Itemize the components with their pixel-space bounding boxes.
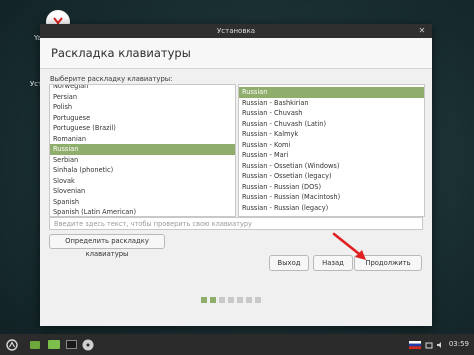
progress-dot	[228, 297, 234, 303]
progress-dot	[246, 297, 252, 303]
list-item[interactable]: Russian - Russian (Macintosh)	[239, 192, 424, 203]
progress-dot	[237, 297, 243, 303]
list-item[interactable]: Serbian	[50, 155, 235, 166]
layout-list[interactable]: Norwegian Persian Polish Portuguese Portugue…	[49, 84, 236, 217]
list-item[interactable]: Russian	[50, 144, 235, 155]
list-item[interactable]: Russian - Kalmyk	[239, 129, 424, 140]
list-item[interactable]: Russian - Russian (DOS)	[239, 182, 424, 193]
page-title: Раскладка клавиатуры	[51, 46, 191, 60]
progress-dot	[201, 297, 207, 303]
window-title: Установка	[217, 27, 255, 35]
installer-window: Установка ✕ Раскладка клавиатуры Выберит…	[40, 24, 432, 326]
list-item[interactable]: Portuguese (Brazil)	[50, 123, 235, 134]
list-item[interactable]: Russian - Ossetian (Windows)	[239, 161, 424, 172]
list-item[interactable]: Spanish	[50, 197, 235, 208]
list-item[interactable]: Romanian	[50, 134, 235, 145]
detect-layout-button[interactable]: Определить раскладку клавиатуры	[49, 234, 165, 258]
list-item[interactable]: Norwegian	[50, 85, 235, 92]
list-item[interactable]: Slovenian	[50, 186, 235, 197]
list-item[interactable]: Polish	[50, 102, 235, 113]
list-item[interactable]: Spanish (Latin American)	[50, 207, 235, 216]
terminal-icon[interactable]	[63, 337, 79, 352]
list-item[interactable]: Russian - Komi	[239, 140, 424, 151]
list-item[interactable]: Russian - Chuvash (Latin)	[239, 119, 424, 130]
list-item[interactable]: Russian	[239, 87, 424, 98]
progress-dot	[255, 297, 261, 303]
menu-icon[interactable]	[4, 337, 20, 352]
progress-dots	[201, 297, 261, 303]
keyboard-test-input[interactable]: Введите здесь текст, чтобы проверить сво…	[49, 217, 423, 230]
folder-icon[interactable]	[46, 337, 62, 352]
list-item[interactable]: Slovak	[50, 176, 235, 187]
list-item[interactable]: Persian	[50, 92, 235, 103]
red-arrow-annotation	[332, 232, 366, 260]
close-icon[interactable]: ✕	[417, 26, 427, 36]
disc-icon[interactable]	[80, 337, 96, 352]
list-item[interactable]: Portuguese	[50, 113, 235, 124]
list-item[interactable]: Russian - Mari	[239, 150, 424, 161]
clock: 03:59	[448, 340, 469, 348]
volume-icon[interactable]	[435, 337, 445, 352]
list-item[interactable]: Russian - Chuvash	[239, 108, 424, 119]
list-item[interactable]: Russian - Bashkirian	[239, 98, 424, 109]
variant-list[interactable]: Russian Russian - Bashkirian Russian - Chu…	[238, 84, 425, 217]
list-item[interactable]: Russian - Ossetian (legacy)	[239, 171, 424, 182]
desktop-icon[interactable]	[26, 337, 44, 352]
list-item[interactable]: Russian - Russian (legacy)	[239, 203, 424, 214]
taskbar: 03:59	[0, 334, 474, 355]
progress-dot	[219, 297, 225, 303]
progress-dot	[210, 297, 216, 303]
window-titlebar[interactable]: Установка ✕	[40, 24, 432, 38]
list-item[interactable]: Sinhala (phonetic)	[50, 165, 235, 176]
network-icon[interactable]	[424, 337, 434, 352]
quit-button[interactable]: Выход	[269, 255, 309, 271]
page-heading: Раскладка клавиатуры	[40, 38, 432, 69]
russian-flag-icon[interactable]	[408, 337, 422, 352]
test-input-placeholder: Введите здесь текст, чтобы проверить сво…	[54, 220, 252, 228]
layout-prompt: Выберите раскладку клавиатуры:	[50, 75, 173, 83]
